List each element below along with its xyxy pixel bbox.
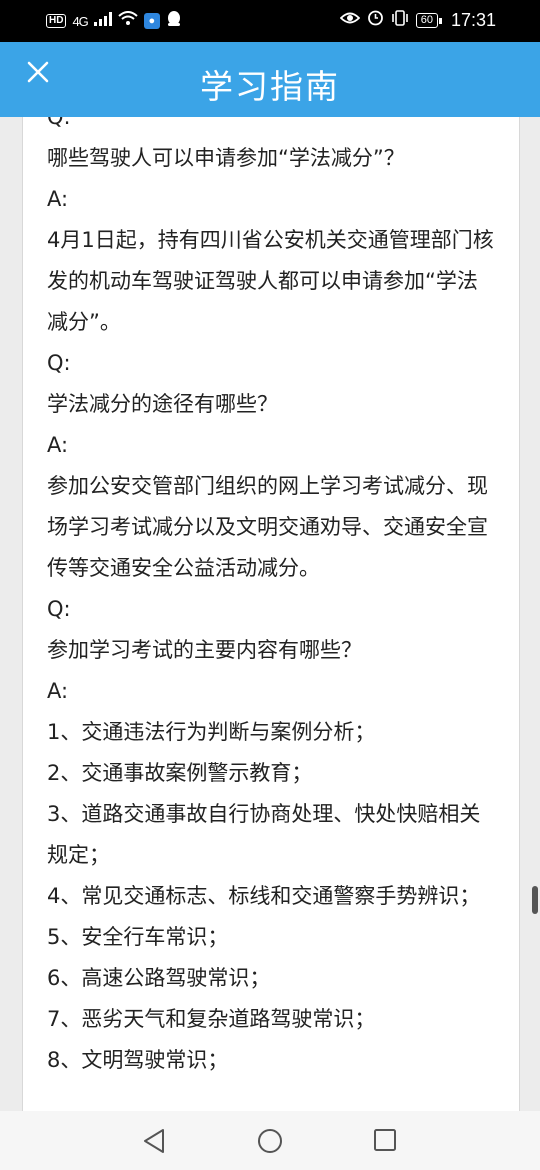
answer-label: A: [47, 187, 69, 211]
status-right: 60 17:31 [339, 9, 496, 31]
app-notification-icon: ● [143, 13, 160, 29]
answer-text: 4月1日起，持有四川省公安机关交通管理部门核发的机动车驾驶证驾驶人都可以申请参加… [47, 228, 494, 334]
scrollbar-thumb[interactable] [532, 886, 538, 914]
status-left: HD 4G ● [46, 10, 182, 32]
question-text: 哪些驾驶人可以申请参加“学法减分”？ [47, 146, 405, 170]
page-title: 学习指南 [200, 67, 340, 106]
wifi-icon [118, 11, 138, 31]
home-circle-icon [257, 1129, 283, 1158]
home-button[interactable] [257, 1128, 283, 1154]
answer-list-item: 6、高速公路驾驶常识； [47, 966, 271, 990]
recents-square-icon [373, 1129, 397, 1156]
answer-list-item: 5、安全行车常识； [47, 925, 229, 949]
app-header: 学习指南 [0, 42, 540, 117]
question-label: Q: [47, 117, 71, 129]
status-bar: HD 4G ● 60 17:31 [0, 0, 540, 42]
answer-list-item: 2、交通事故案例警示教育； [47, 761, 313, 785]
qq-notification-icon [166, 10, 182, 32]
answer-text: 参加公安交管部门组织的网上学习考试减分、现场学习考试减分以及文明交通劝导、交通安… [47, 474, 488, 580]
clock: 17:31 [450, 9, 496, 30]
eye-comfort-icon [339, 10, 360, 30]
answer-label: A: [47, 679, 69, 703]
article-container[interactable]: Q: 哪些驾驶人可以申请参加“学法减分”？ A: 4月1日起，持有四川省公安机关… [22, 117, 520, 1111]
answer-list-item: 4、常见交通标志、标线和交通警察手势辨识； [47, 884, 481, 908]
alarm-icon [367, 9, 384, 31]
vibrate-icon [391, 9, 409, 31]
question-text: 参加学习考试的主要内容有哪些？ [47, 638, 362, 662]
question-label: Q: [47, 351, 71, 375]
question-label: Q: [47, 597, 71, 621]
answer-list-item: 8、文明驾驶常识； [47, 1048, 229, 1072]
back-triangle-icon [142, 1129, 166, 1158]
answer-list-item: 1、交通违法行为判断与案例分析； [47, 720, 376, 744]
answer-label: A: [47, 433, 69, 457]
answer-list-item: 3、道路交通事故自行协商处理、快处快赔相关规定； [47, 802, 481, 867]
hd-badge: HD [46, 14, 67, 28]
recents-button[interactable] [373, 1128, 399, 1154]
back-button[interactable] [142, 1128, 168, 1154]
battery-icon: 60 [415, 12, 443, 28]
answer-list-item: 7、恶劣天气和复杂道路驾驶常识； [47, 1007, 376, 1031]
network-label: 4G [72, 13, 88, 29]
navigation-bar [0, 1111, 540, 1170]
article-body: Q: 哪些驾驶人可以申请参加“学法减分”？ A: 4月1日起，持有四川省公安机关… [47, 117, 497, 1081]
signal-icon [93, 11, 112, 31]
question-text: 学法减分的途径有哪些？ [47, 392, 278, 416]
